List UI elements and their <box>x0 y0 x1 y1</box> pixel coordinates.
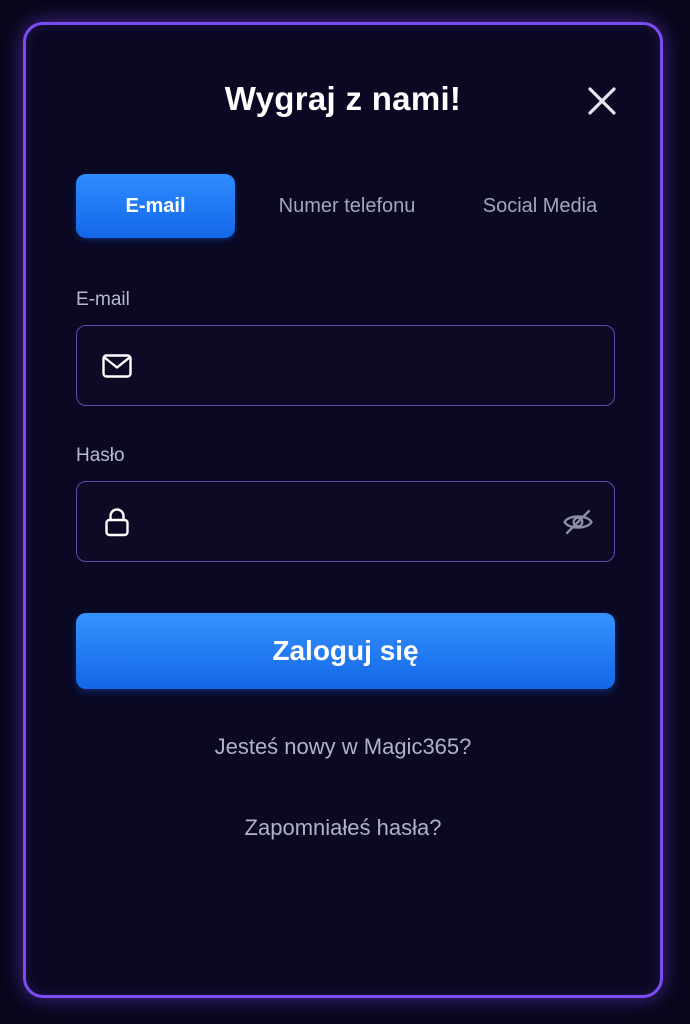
email-input[interactable] <box>153 326 547 406</box>
email-label: E-mail <box>76 289 130 310</box>
tab-email[interactable]: E-mail <box>76 174 235 238</box>
email-field-container <box>76 325 615 406</box>
password-input[interactable] <box>153 482 547 562</box>
forgot-password-link[interactable]: Zapomniałeś hasła? <box>26 815 660 841</box>
modal-title: Wygraj z nami! <box>224 80 462 117</box>
eye-off-icon[interactable] <box>562 506 594 538</box>
login-modal: Wygraj z nami! E-mail Numer telefonu Soc… <box>23 22 663 998</box>
password-field-container <box>76 481 615 562</box>
tab-phone-number[interactable]: Numer telefonu <box>254 174 440 238</box>
password-label: Hasło <box>76 445 125 466</box>
tab-social-media[interactable]: Social Media <box>460 174 620 238</box>
login-method-tabs: E-mail Numer telefonu Social Media <box>76 174 616 240</box>
login-button[interactable]: Zaloguj się <box>76 613 615 689</box>
lock-icon <box>101 506 133 538</box>
register-link[interactable]: Jesteś nowy w Magic365? <box>26 734 660 760</box>
envelope-icon <box>101 350 133 382</box>
close-icon[interactable] <box>586 85 618 117</box>
